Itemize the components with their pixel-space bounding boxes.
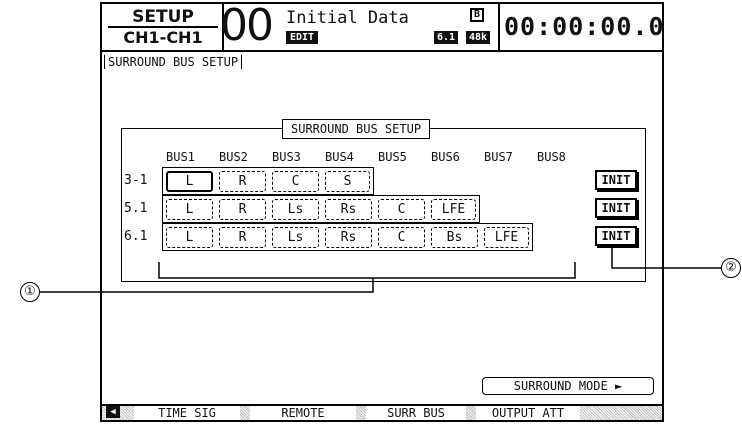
callout-1: ① bbox=[20, 282, 40, 302]
callout-2: ② bbox=[721, 258, 741, 278]
callout-lines bbox=[40, 248, 721, 293]
bracket-line bbox=[158, 262, 576, 279]
callout-1-line bbox=[40, 278, 374, 293]
callout-2-line bbox=[611, 248, 721, 269]
